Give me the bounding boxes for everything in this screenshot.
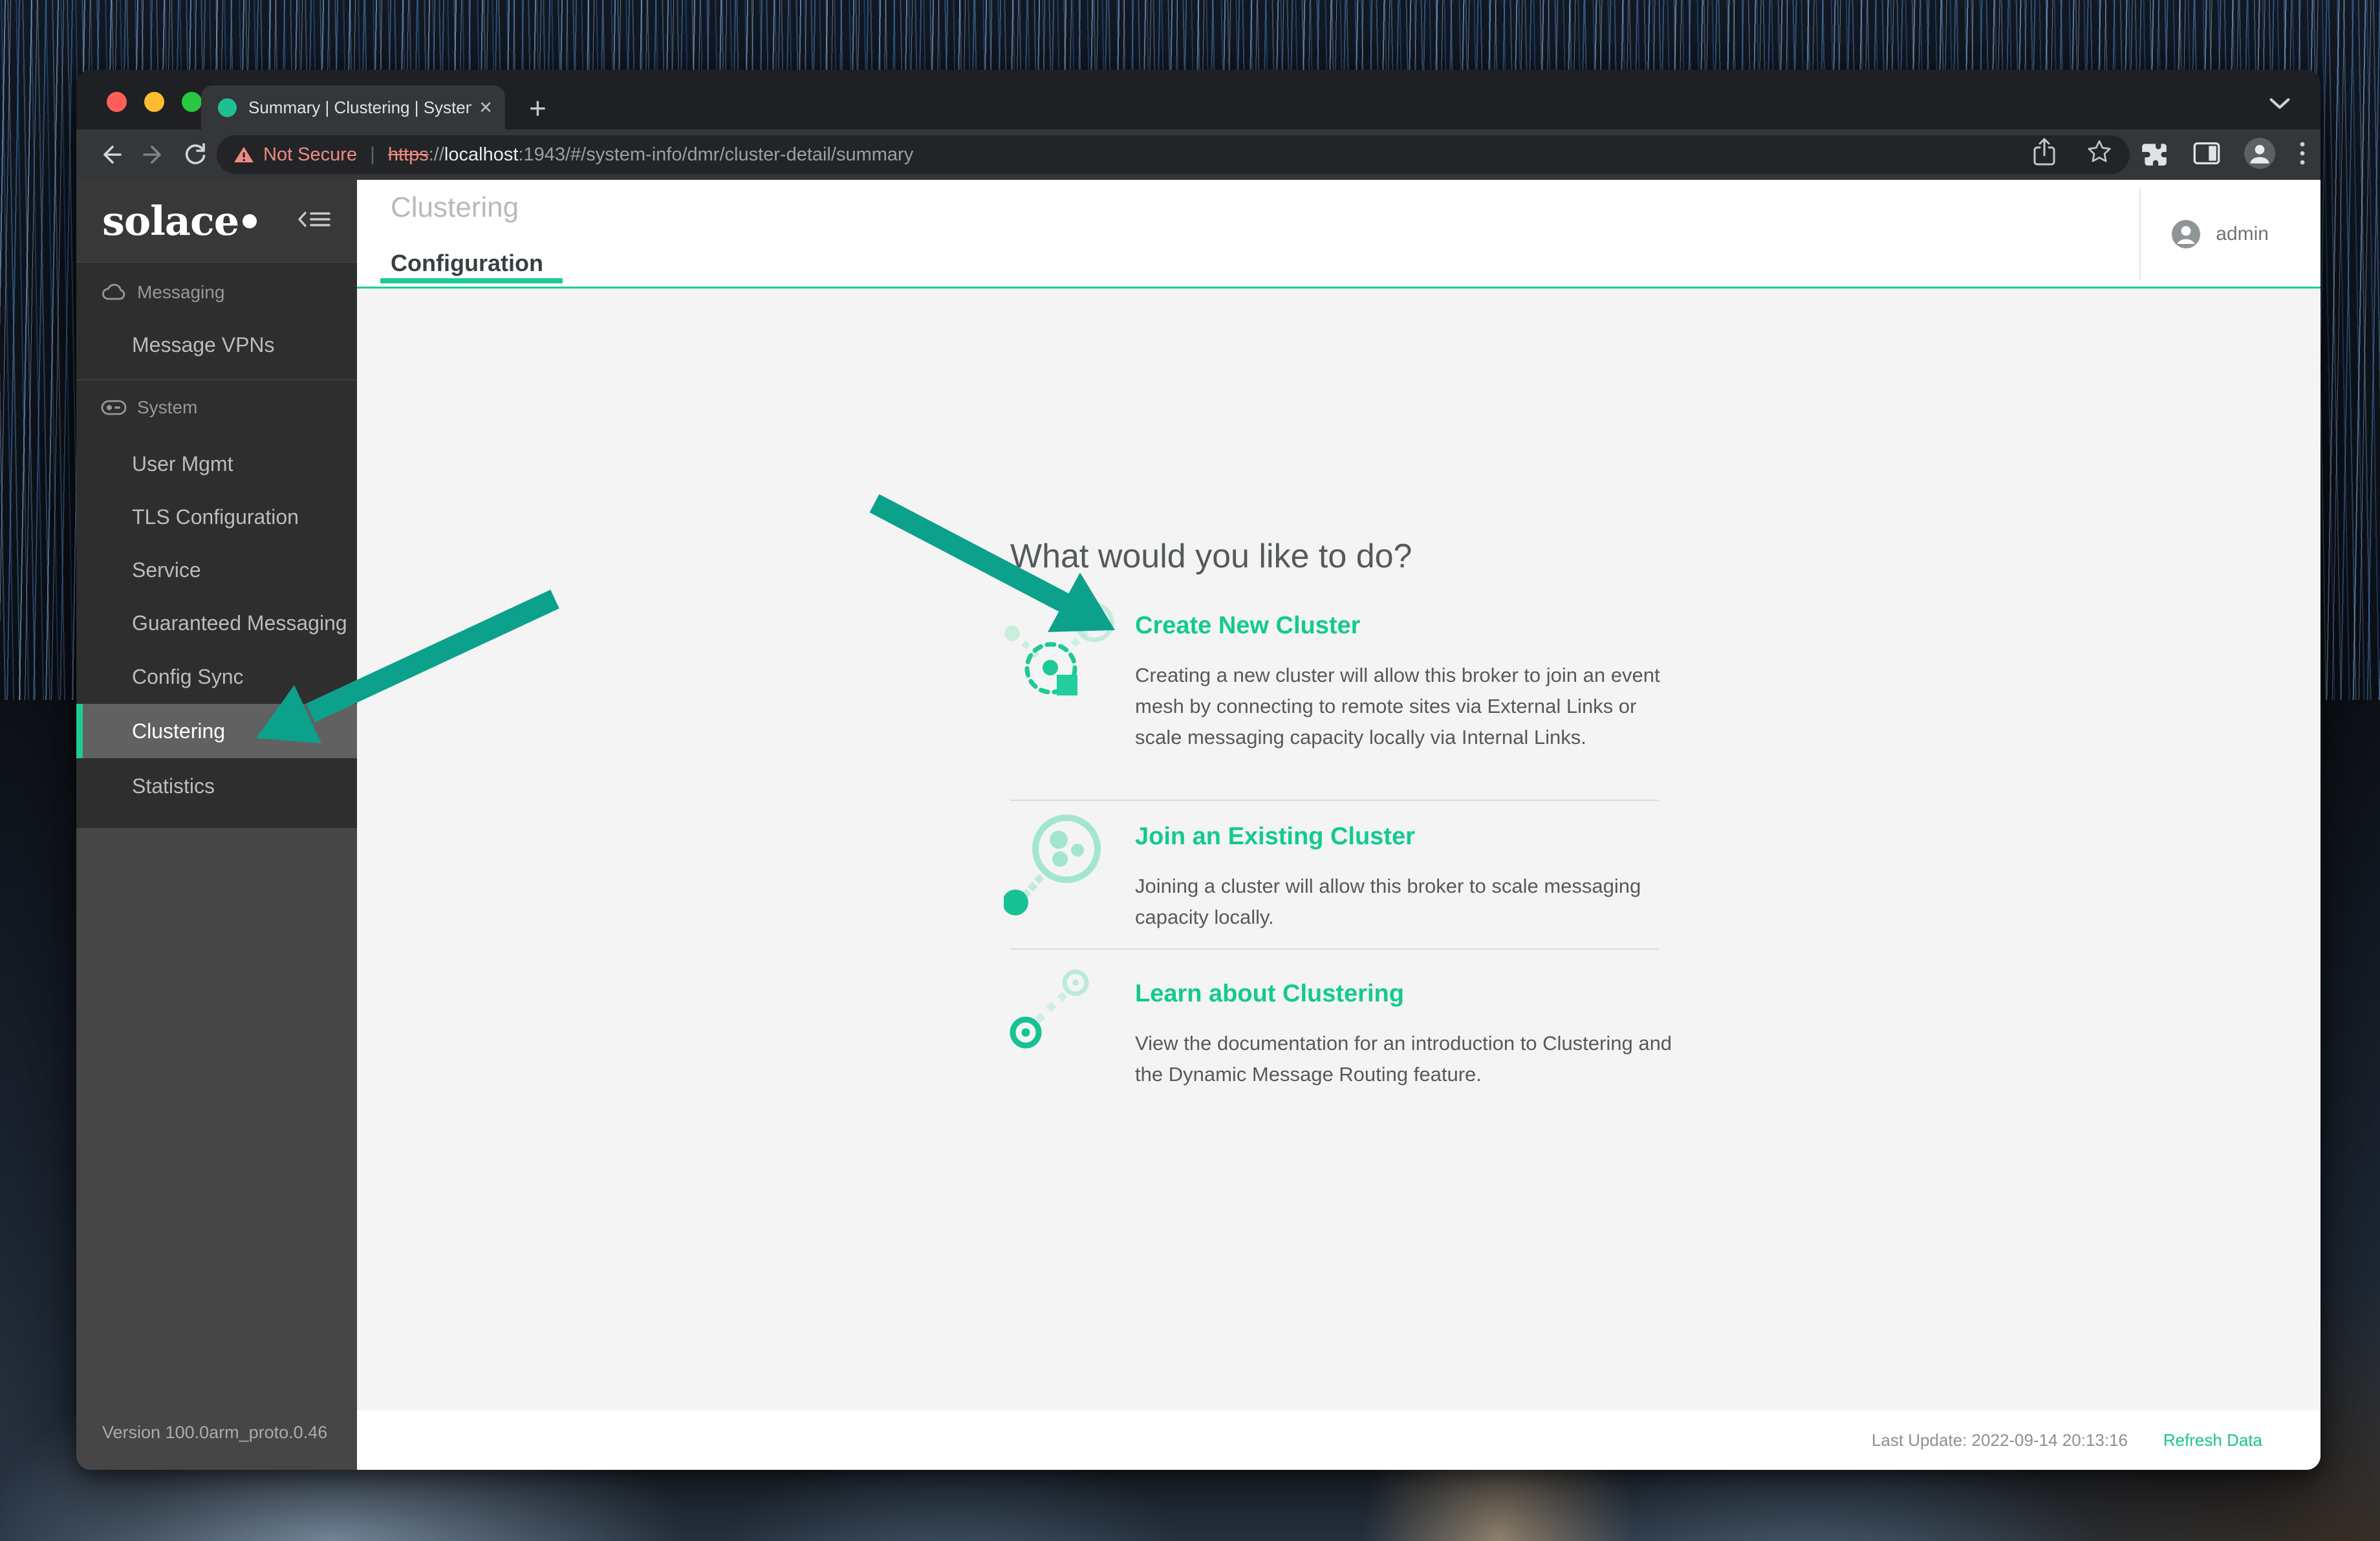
- create-new-cluster-description: Creating a new cluster will allow this b…: [1135, 664, 1660, 749]
- cloud-icon: [102, 283, 125, 300]
- bookmark-star-icon[interactable]: [2086, 138, 2113, 171]
- sidebar-item-user-mgmt[interactable]: User Mgmt: [76, 437, 357, 490]
- minimize-window-button[interactable]: [144, 92, 164, 112]
- profile-avatar-icon[interactable]: [2244, 137, 2275, 172]
- side-panel-icon[interactable]: [2192, 140, 2221, 169]
- header-accent-line: [357, 287, 2320, 289]
- section-system: System: [101, 397, 197, 418]
- warning-icon: [234, 147, 254, 162]
- user-name-label: admin: [2216, 223, 2269, 245]
- tab-strip: Summary | Clustering | System × +: [76, 70, 2320, 129]
- tab-close-icon[interactable]: ×: [479, 96, 492, 118]
- wizard-heading: What would you like to do?: [1010, 538, 1412, 575]
- status-footer: Last Update: 2022-09-14 20:13:16 Refresh…: [357, 1410, 2320, 1470]
- learn-about-clustering-link[interactable]: Learn about Clustering: [1135, 980, 1404, 1008]
- extensions-puzzle-icon[interactable]: [2139, 138, 2169, 171]
- sidebar-item-tls-configuration[interactable]: TLS Configuration: [76, 490, 357, 543]
- solace-logo: solace: [102, 197, 239, 245]
- sidebar-item-label: Service: [132, 558, 201, 582]
- reload-icon[interactable]: [181, 140, 210, 172]
- forward-icon[interactable]: [139, 140, 168, 172]
- section-messaging: Messaging: [101, 282, 224, 303]
- solace-logo-dot-icon: [243, 213, 257, 228]
- desktop: Summary | Clustering | System × + Not Se…: [0, 0, 2380, 1541]
- create-new-cluster-link[interactable]: Create New Cluster: [1135, 612, 1360, 640]
- sidebar-item-config-sync[interactable]: Config Sync: [76, 650, 357, 703]
- back-icon[interactable]: [97, 140, 125, 172]
- join-existing-cluster-link[interactable]: Join an Existing Cluster: [1135, 823, 1415, 851]
- system-chip-icon: [101, 400, 127, 415]
- learn-clustering-icon: [1004, 965, 1133, 1098]
- version-label: Version 100.0arm_proto.0.46: [102, 1423, 328, 1442]
- url-path: :1943/#/system-info/dmr/cluster-detail/s…: [518, 144, 914, 165]
- new-tab-button[interactable]: +: [529, 93, 546, 123]
- sidebar-item-label: Message VPNs: [132, 333, 275, 356]
- option-separator: [1010, 948, 1659, 950]
- browser-tab[interactable]: Summary | Clustering | System ×: [201, 85, 505, 129]
- refresh-data-link[interactable]: Refresh Data: [2163, 1410, 2262, 1470]
- close-window-button[interactable]: [107, 92, 127, 112]
- sidebar-item-guaranteed-messaging[interactable]: Guaranteed Messaging: [76, 596, 357, 650]
- tab-title: Summary | Clustering | System: [248, 97, 472, 117]
- sidebar-item-message-vpns[interactable]: Message VPNs: [76, 318, 357, 371]
- tab-configuration[interactable]: Configuration: [391, 250, 543, 277]
- selected-indicator-bar: [76, 704, 83, 758]
- sidebar-item-label: Statistics: [132, 774, 215, 798]
- url-scheme-suffix: ://: [428, 144, 444, 165]
- option-separator: [1010, 800, 1659, 801]
- sidebar-footer: Version 100.0arm_proto.0.46: [76, 828, 357, 1470]
- section-system-label: System: [137, 397, 198, 417]
- sidebar-divider: [76, 379, 357, 380]
- zoom-window-button[interactable]: [182, 92, 202, 112]
- main-content: Clustering Configuration admin What woul…: [357, 180, 2320, 1470]
- last-update-label: Last Update: 2022-09-14 20:13:16: [1871, 1430, 2128, 1450]
- user-menu[interactable]: admin: [2139, 189, 2320, 279]
- sidebar-item-label: Clustering: [132, 719, 226, 743]
- learn-about-clustering-description: View the documentation for an introducti…: [1135, 1032, 1672, 1086]
- sidebar-item-clustering[interactable]: Clustering: [76, 704, 357, 758]
- create-cluster-icon: [1004, 602, 1133, 741]
- browser-menu-dots-icon[interactable]: [2299, 139, 2306, 171]
- address-bar[interactable]: Not Secure | https :// localhost :1943/#…: [217, 135, 2130, 174]
- url-scheme: https: [387, 144, 429, 165]
- page-title: Clustering: [391, 191, 519, 223]
- share-icon[interactable]: [2031, 137, 2057, 173]
- tab-search-chevron-icon[interactable]: [2269, 97, 2291, 113]
- not-secure-label: Not Secure: [263, 144, 358, 165]
- sidebar-item-label: Config Sync: [132, 664, 244, 688]
- sidebar-logo-row: solace: [76, 180, 357, 263]
- sidebar-item-label: User Mgmt: [132, 452, 233, 475]
- join-cluster-icon: [1002, 813, 1133, 945]
- url-host: localhost: [444, 144, 519, 165]
- section-messaging-label: Messaging: [137, 282, 225, 302]
- sidebar-item-service[interactable]: Service: [76, 543, 357, 596]
- not-secure-chip[interactable]: Not Secure: [233, 144, 357, 166]
- sidebar-item-statistics[interactable]: Statistics: [76, 760, 357, 813]
- omnibox-divider: |: [370, 144, 375, 165]
- window-controls: [107, 92, 202, 112]
- sidebar-item-label: TLS Configuration: [132, 505, 299, 529]
- browser-window: Summary | Clustering | System × + Not Se…: [76, 70, 2320, 1470]
- browser-toolbar: Not Secure | https :// localhost :1943/#…: [76, 129, 2320, 180]
- active-tab-underline: [380, 278, 563, 283]
- user-avatar-icon: [2172, 220, 2201, 248]
- join-existing-cluster-description: Joining a cluster will allow this broker…: [1135, 875, 1641, 928]
- sidebar-collapse-icon[interactable]: [298, 208, 331, 234]
- page-header: Clustering Configuration admin: [357, 180, 2320, 289]
- solace-favicon-icon: [218, 98, 237, 117]
- sidebar-item-label: Guaranteed Messaging: [132, 611, 347, 635]
- sidebar: solace Messaging Message VPNs System Use…: [76, 180, 357, 1470]
